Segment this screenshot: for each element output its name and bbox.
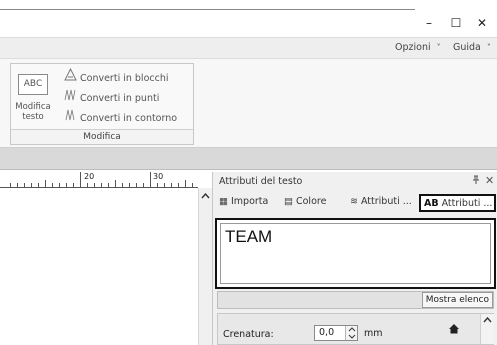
- title-bar: – ☐ ✕: [0, 0, 497, 37]
- ribbon-group-modifica: ABC Modifica testo Converti in blocchi C…: [10, 63, 194, 145]
- properties-scrollbar[interactable]: [480, 314, 494, 344]
- horizontal-ruler: 20 30: [0, 172, 198, 188]
- tab-label: Attributi ...: [360, 196, 412, 207]
- tab-importa[interactable]: ▦ Importa: [219, 194, 279, 212]
- convert-outline-icon: [63, 108, 77, 126]
- convert-points-icon: [63, 88, 77, 106]
- mostra-elenco-button[interactable]: Mostra elenco: [421, 292, 493, 308]
- chevron-up-icon[interactable]: [201, 192, 210, 202]
- ribbon-group-title: Modifica: [11, 129, 193, 144]
- crenatura-stepper[interactable]: 0,0: [314, 325, 358, 341]
- tab-attributi-stitch[interactable]: ≋ Attributi ...: [350, 194, 416, 212]
- list-bar: Mostra elenco: [217, 291, 494, 309]
- panel-close-icon[interactable]: ✕: [485, 174, 494, 187]
- ruler-label-20: 20: [84, 172, 95, 181]
- close-button[interactable]: ✕: [467, 12, 497, 34]
- design-canvas[interactable]: [0, 188, 198, 345]
- menu-strip: Opzioni ˅ Guida ˅: [0, 37, 497, 58]
- menu-opzioni-label: Opzioni: [395, 42, 431, 53]
- converti-blocchi-label: Converti in blocchi: [80, 73, 169, 84]
- properties-area: Crenatura: 0,0 mm: [217, 313, 494, 345]
- color-icon: ▤: [284, 196, 293, 207]
- chevron-up-icon[interactable]: [483, 316, 492, 326]
- canvas-vertical-scrollbar[interactable]: [198, 188, 212, 345]
- crenatura-unit: mm: [364, 328, 383, 339]
- chevron-down-icon: ˅: [436, 43, 441, 52]
- convert-blocks-icon: [63, 67, 77, 86]
- tab-attributi-text[interactable]: AB Attributi ...: [419, 194, 496, 212]
- text-attributes-icon: AB: [424, 198, 439, 209]
- menu-guida-label: Guida: [453, 42, 481, 53]
- converti-punti-label: Converti in punti: [80, 93, 160, 104]
- app-window: – ☐ ✕ Opzioni ˅ Guida ˅ ABC Modifica tes…: [0, 0, 497, 345]
- text-attributes-panel: Attributi del testo ✕ ▦ Importa ▤ Colore ≋…: [212, 172, 497, 345]
- ribbon: ABC Modifica testo Converti in blocchi C…: [0, 58, 497, 148]
- title-bar-divider: [0, 9, 415, 10]
- minimize-button[interactable]: –: [414, 12, 444, 34]
- converti-contorno-label: Converti in contorno: [80, 113, 178, 124]
- menu-guida[interactable]: Guida ˅: [453, 42, 491, 53]
- modifica-testo-label-line2: testo: [22, 112, 44, 122]
- import-icon: ▦: [219, 196, 228, 207]
- stitch-attributes-icon: ≋: [350, 196, 358, 207]
- converti-contorno-button[interactable]: Converti in contorno: [63, 108, 177, 124]
- pin-icon[interactable]: [472, 175, 480, 187]
- ruler-label-30: 30: [153, 172, 164, 181]
- crenatura-label: Crenatura:: [223, 329, 274, 340]
- tab-label: Importa: [230, 196, 269, 207]
- panel-title: Attributi del testo: [219, 176, 303, 187]
- tab-label: Attributi ...: [441, 198, 493, 209]
- text-input[interactable]: TEAM: [220, 223, 491, 284]
- text-input-frame: TEAM: [215, 218, 496, 289]
- abc-text-icon: ABC: [18, 74, 48, 95]
- toolbar-band: [0, 148, 497, 170]
- stepper-arrows[interactable]: [345, 326, 357, 340]
- modifica-testo-label-line1: Modifica: [15, 102, 51, 112]
- home-icon[interactable]: [448, 323, 460, 337]
- chevron-down-icon: ˅: [486, 43, 491, 52]
- modifica-testo-button[interactable]: ABC Modifica testo: [11, 64, 57, 130]
- tab-colore[interactable]: ▤ Colore: [284, 194, 344, 212]
- converti-punti-button[interactable]: Converti in punti: [63, 88, 159, 104]
- panel-tabs: ▦ Importa ▤ Colore ≋ Attributi ... AB Attrib…: [213, 191, 497, 213]
- converti-blocchi-button[interactable]: Converti in blocchi: [63, 67, 169, 86]
- crenatura-value: 0,0: [319, 327, 335, 338]
- tab-label: Colore: [295, 196, 327, 207]
- menu-opzioni[interactable]: Opzioni ˅: [395, 42, 441, 53]
